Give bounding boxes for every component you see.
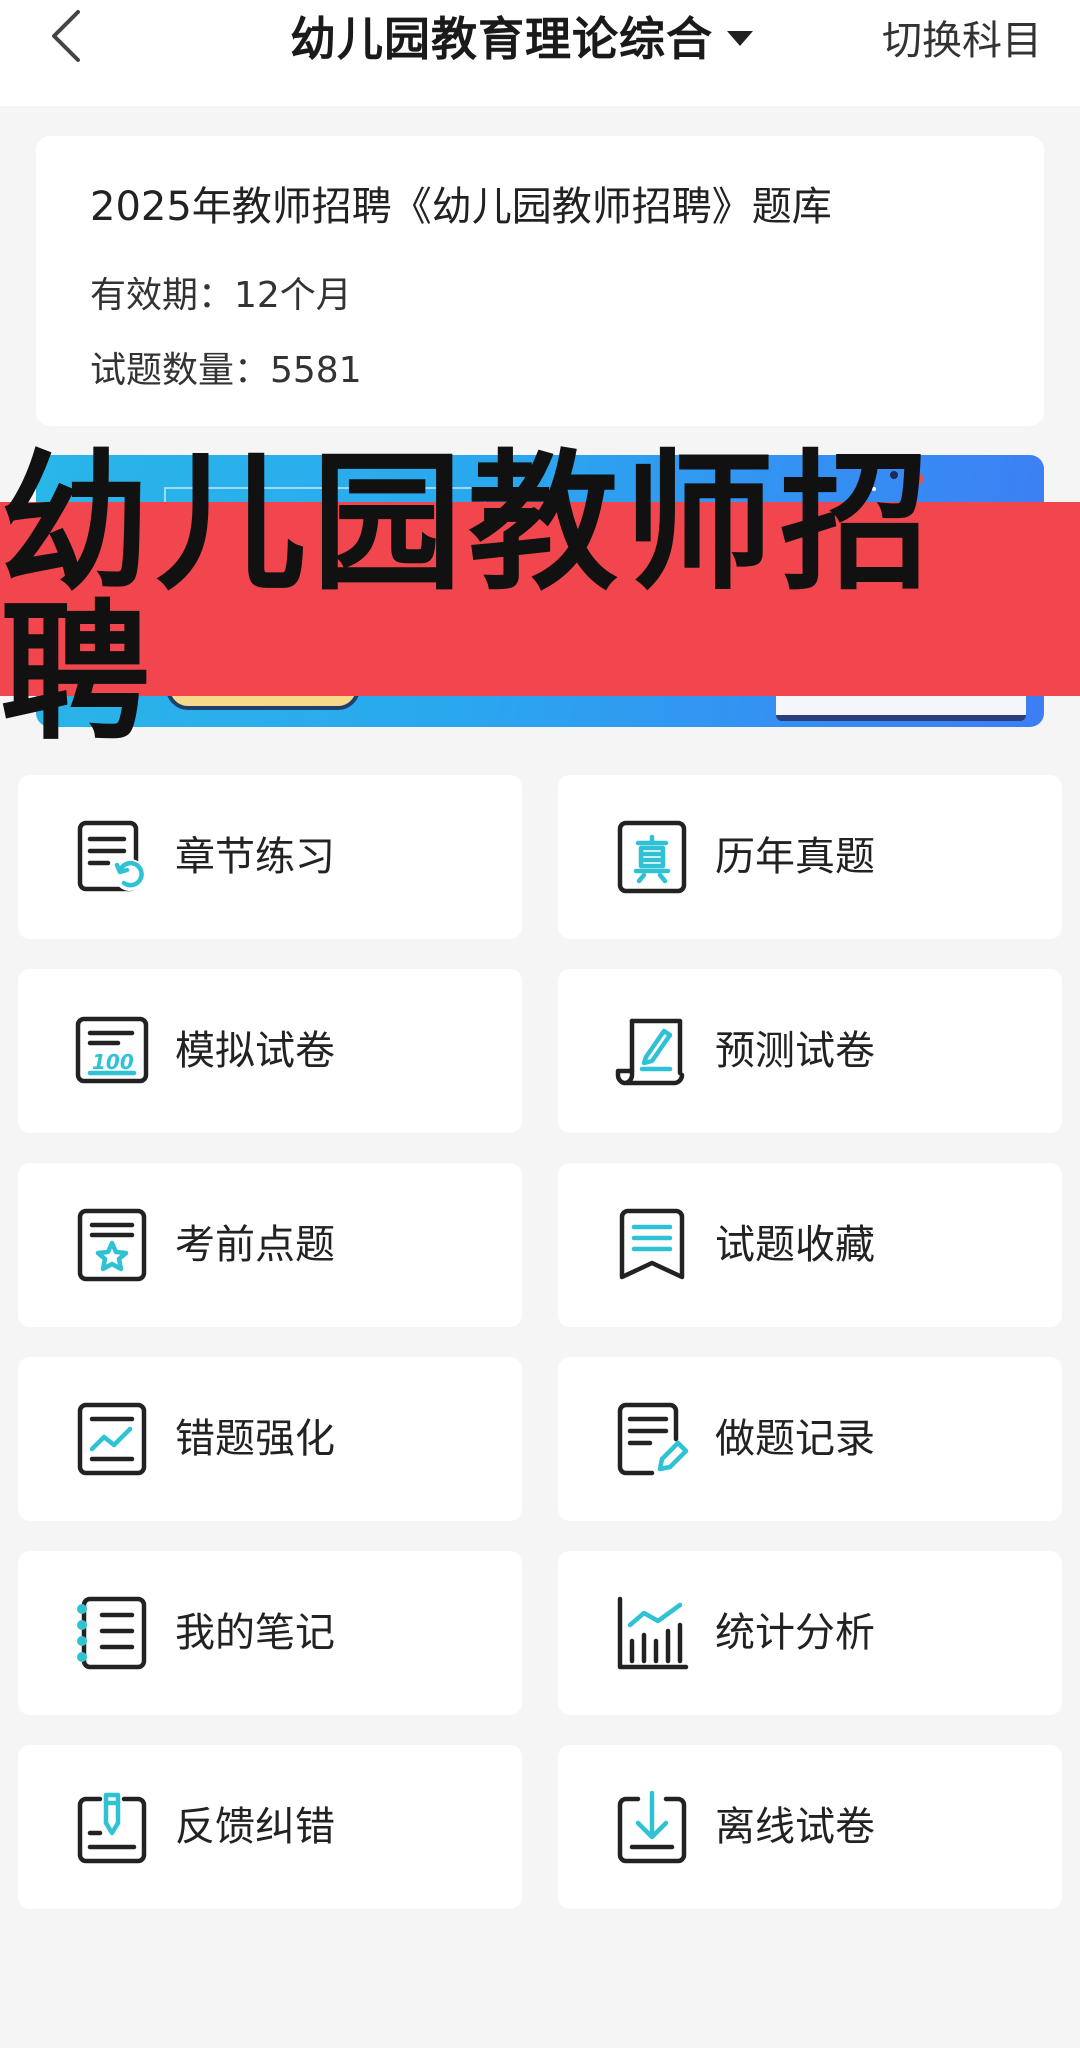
subject-selector[interactable]: 幼儿园教育理论综合 bbox=[290, 4, 753, 68]
switch-subject-button[interactable]: 切换科目 bbox=[882, 8, 1042, 66]
menu-item-label: 试题收藏 bbox=[715, 1222, 875, 1268]
overlay-title: 幼儿园教师招聘 bbox=[0, 437, 937, 761]
menu-item-label: 考前点题 bbox=[175, 1222, 335, 1268]
svg-text:100: 100 bbox=[92, 1050, 134, 1074]
menu-item-label: 统计分析 bbox=[715, 1610, 875, 1656]
favorites-icon bbox=[619, 1208, 685, 1280]
menu-item-wrong-questions[interactable]: 错题强化 bbox=[18, 1357, 522, 1521]
notes-icon bbox=[77, 1596, 147, 1670]
validity-period: 有效期：12个月 bbox=[90, 275, 352, 316]
menu-item-label: 历年真题 bbox=[715, 834, 875, 880]
menu-item-label: 我的笔记 bbox=[175, 1610, 335, 1656]
forecast-paper-icon bbox=[615, 1018, 685, 1086]
statistics-icon bbox=[617, 1596, 689, 1670]
menu-item-label: 离线试卷 bbox=[715, 1804, 875, 1850]
menu-item-chapter-practice[interactable]: 章节练习 bbox=[18, 775, 522, 939]
mock-paper-icon: 100 bbox=[75, 1016, 149, 1084]
menu-item-offline-paper[interactable]: 离线试卷 bbox=[558, 1745, 1062, 1909]
practice-record-icon bbox=[617, 1402, 689, 1476]
page-title: 幼儿园教育理论综合 bbox=[290, 12, 713, 66]
menu-item-forecast-paper[interactable]: 预测试卷 bbox=[558, 969, 1062, 1133]
past-exams-icon bbox=[617, 820, 687, 894]
caret-down-icon bbox=[727, 30, 753, 46]
menu-item-feedback[interactable]: 反馈纠错 bbox=[18, 1745, 522, 1909]
menu-item-label: 做题记录 bbox=[715, 1416, 875, 1462]
pre-exam-tips-icon bbox=[77, 1208, 147, 1282]
top-bar: 幼儿园教育理论综合 切换科目 bbox=[0, 0, 1080, 106]
question-bank-card: 2025年教师招聘《幼儿园教师招聘》题库 有效期：12个月 试题数量：5581 bbox=[36, 136, 1044, 426]
chevron-left-icon bbox=[52, 10, 80, 62]
menu-item-label: 错题强化 bbox=[175, 1416, 335, 1462]
feedback-icon bbox=[77, 1792, 147, 1864]
menu-item-statistics[interactable]: 统计分析 bbox=[558, 1551, 1062, 1715]
menu-item-label: 反馈纠错 bbox=[175, 1804, 335, 1850]
offline-paper-icon bbox=[617, 1790, 687, 1864]
chapter-practice-icon bbox=[77, 820, 146, 892]
menu-item-label: 模拟试卷 bbox=[175, 1028, 335, 1074]
bank-title: 2025年教师招聘《幼儿园教师招聘》题库 bbox=[90, 184, 832, 230]
back-button[interactable] bbox=[40, 6, 100, 66]
title-overlay-band: 幼儿园教师招聘 bbox=[0, 449, 1080, 749]
menu-item-practice-record[interactable]: 做题记录 bbox=[558, 1357, 1062, 1521]
menu-item-label: 预测试卷 bbox=[715, 1028, 875, 1074]
menu-item-pre-exam-tips[interactable]: 考前点题 bbox=[18, 1163, 522, 1327]
question-count: 试题数量：5581 bbox=[90, 350, 362, 391]
menu-item-notes[interactable]: 我的笔记 bbox=[18, 1551, 522, 1715]
menu-item-label: 章节练习 bbox=[175, 834, 335, 880]
menu-item-past-exams[interactable]: 历年真题 bbox=[558, 775, 1062, 939]
menu-item-mock-paper[interactable]: 100 模拟试卷 bbox=[18, 969, 522, 1133]
menu-item-favorites[interactable]: 试题收藏 bbox=[558, 1163, 1062, 1327]
wrong-questions-icon bbox=[77, 1402, 147, 1476]
